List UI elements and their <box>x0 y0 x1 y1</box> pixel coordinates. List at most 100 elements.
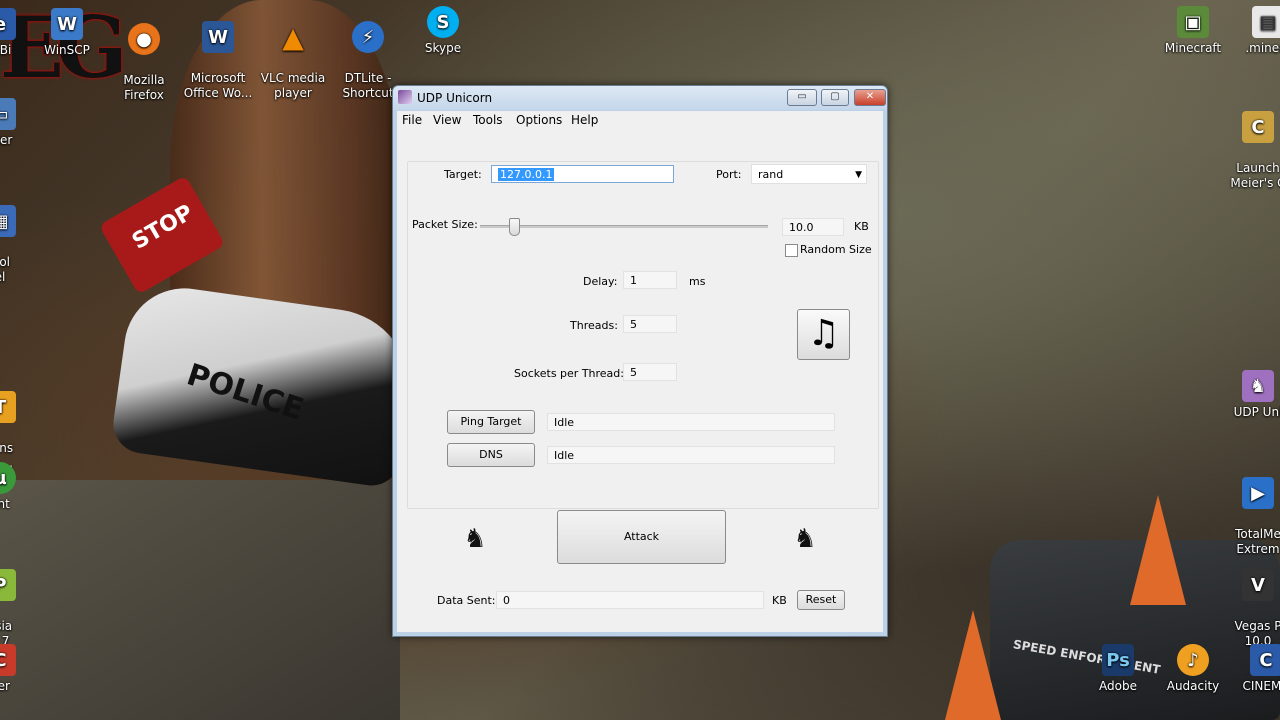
desktop-icon-skype[interactable]: S Skype <box>403 6 483 56</box>
desktop-icon-label: DTLite - Shortcut <box>342 71 394 100</box>
menu-tools[interactable]: Tools <box>473 113 503 127</box>
port-value: rand <box>758 168 784 181</box>
ping-status-field: Idle <box>547 413 835 431</box>
ping-status: Idle <box>554 416 575 429</box>
packet-size-slider-track[interactable] <box>480 225 768 228</box>
dtlite-icon: ⚡ <box>352 21 384 53</box>
desktop-icon-vlc[interactable]: ▲ VLC media player <box>253 6 333 101</box>
app-icon: e <box>0 8 16 40</box>
delay-value: 1 <box>630 274 637 287</box>
packet-size-input[interactable]: 10.0 <box>782 218 844 236</box>
desktop-icon-vegas[interactable]: V Vegas P 10.0 <box>1218 554 1280 649</box>
desktop-icon-computer[interactable]: ▭ uter <box>0 98 40 148</box>
sockets-value: 5 <box>630 366 637 379</box>
target-input[interactable]: 127.0.0.1 <box>491 165 674 183</box>
attack-button[interactable]: Attack <box>557 510 726 564</box>
dns-status: Idle <box>554 449 575 462</box>
unicorn-app-icon: ♞ <box>1242 370 1274 402</box>
desktop-icon-label: Mozilla Firefox <box>123 73 165 102</box>
vegas-icon: V <box>1242 569 1274 601</box>
desktop-icon-minecraft-folder[interactable]: ▤ .minecr <box>1228 6 1280 56</box>
desktop-icon-cleaner[interactable]: C ner <box>0 644 40 694</box>
skype-icon: S <box>427 6 459 38</box>
desktop-icon-label: trol el <box>0 255 11 284</box>
maximize-button[interactable]: ▢ <box>821 89 849 106</box>
music-button[interactable]: ♫ <box>797 309 850 360</box>
threads-input[interactable]: 5 <box>623 315 677 333</box>
totalmedia-icon: ▶ <box>1242 477 1274 509</box>
dns-button[interactable]: DNS <box>447 443 535 467</box>
port-dropdown[interactable]: rand ▼ <box>751 164 867 184</box>
desktop-icon-label: VLC media player <box>260 71 326 100</box>
cyberlink-icon: P <box>0 569 16 601</box>
utorrent-icon: µ <box>0 462 16 494</box>
photoshop-icon: Ps <box>1102 644 1134 676</box>
desktop-icon-civ[interactable]: C Launch Meier's C <box>1218 96 1280 191</box>
delay-label: Delay: <box>583 275 618 288</box>
desktop-icon-trans[interactable]: T rans ol ... <box>0 376 40 471</box>
control-panel-icon: ▦ <box>0 205 16 237</box>
window-client: File View Tools Options Help Target: 127… <box>397 111 883 632</box>
desktop-icon-udp-unicorn[interactable]: ♞ UDP Uni <box>1218 370 1280 420</box>
word-icon: W <box>202 21 234 53</box>
desktop-icon-label: Launch Meier's C <box>1230 161 1280 190</box>
desktop-icon-utorrent[interactable]: µ ent <box>0 462 40 512</box>
wallpaper-road <box>0 480 400 720</box>
ccleaner-icon: C <box>0 644 16 676</box>
dns-status-field: Idle <box>547 446 835 464</box>
target-value: 127.0.0.1 <box>498 168 555 181</box>
desktop-icon-totalmedia[interactable]: ▶ TotalMe Extrem <box>1218 462 1280 557</box>
minimize-button[interactable]: ▭ <box>787 89 817 106</box>
data-sent-field: 0 <box>496 591 764 609</box>
cinema4d-icon: C <box>1250 644 1280 676</box>
random-size-checkbox[interactable] <box>785 244 798 257</box>
delay-unit: ms <box>689 275 706 288</box>
wallpaper-cone <box>945 610 1001 720</box>
desktop-icon-firefox[interactable]: ● Mozilla Firefox <box>104 8 184 103</box>
target-label: Target: <box>444 168 482 181</box>
packet-size-label: Packet Size: <box>412 218 478 231</box>
desktop-icon-label: Adobe <box>1099 679 1137 693</box>
sockets-input[interactable]: 5 <box>623 363 677 381</box>
desktop-icon-label: UDP Uni <box>1233 405 1280 419</box>
desktop-icon-control-panel[interactable]: ▦ trol el <box>0 190 40 285</box>
desktop-icon-office-word[interactable]: W Microsoft Office Wo... <box>178 6 258 101</box>
close-button[interactable]: ✕ <box>854 89 886 106</box>
chevron-down-icon: ▼ <box>855 170 862 180</box>
udp-unicorn-window: UDP Unicorn ▭ ▢ ✕ File View Tools Option… <box>392 85 888 637</box>
desktop-icon-label: Audacity <box>1166 679 1220 693</box>
sockets-label: Sockets per Thread: <box>514 367 624 380</box>
audacity-icon: ♪ <box>1177 644 1209 676</box>
random-size-label[interactable]: Random Size <box>800 243 872 256</box>
unicorn-icon: ♞ <box>463 524 487 554</box>
desktop-icon-label: Skype <box>424 41 462 55</box>
winscp-icon: W <box>51 8 83 40</box>
wallpaper-cone <box>1130 495 1186 605</box>
delay-input[interactable]: 1 <box>623 271 677 289</box>
desktop-icon-label: ent <box>0 497 10 511</box>
desktop-icon-adobe[interactable]: Ps Adobe <box>1078 644 1158 694</box>
menu-help[interactable]: Help <box>571 113 598 127</box>
reset-button[interactable]: Reset <box>797 590 845 610</box>
menu-options[interactable]: Options <box>516 113 562 127</box>
vlc-cone-icon: ▲ <box>282 20 304 54</box>
desktop-icon-label: TotalMe Extrem <box>1235 527 1280 556</box>
desktop-icon-minecraft[interactable]: ▣ Minecraft <box>1153 6 1233 56</box>
window-title: UDP Unicorn <box>417 91 493 105</box>
desktop-icon-cinema[interactable]: C CINEMA <box>1226 644 1280 694</box>
packet-size-unit: KB <box>854 220 869 233</box>
port-label: Port: <box>716 168 742 181</box>
desktop-icon-winscp[interactable]: W WinSCP <box>27 8 107 58</box>
menu-file[interactable]: File <box>402 113 422 127</box>
threads-label: Threads: <box>570 319 618 332</box>
packet-size-slider-thumb[interactable] <box>508 218 520 236</box>
menu-bar: File View Tools Options Help <box>397 111 883 129</box>
data-sent-value: 0 <box>503 594 510 607</box>
packet-size-value: 10.0 <box>789 221 814 234</box>
menu-view[interactable]: View <box>433 113 461 127</box>
desktop-icon-audacity[interactable]: ♪ Audacity <box>1153 644 1233 694</box>
desktop-icon-cyberlink[interactable]: P asia o 7 <box>0 554 40 649</box>
music-note-icon: ♫ <box>807 313 840 354</box>
title-bar[interactable]: UDP Unicorn ▭ ▢ ✕ <box>393 86 887 110</box>
ping-target-button[interactable]: Ping Target <box>447 410 535 434</box>
